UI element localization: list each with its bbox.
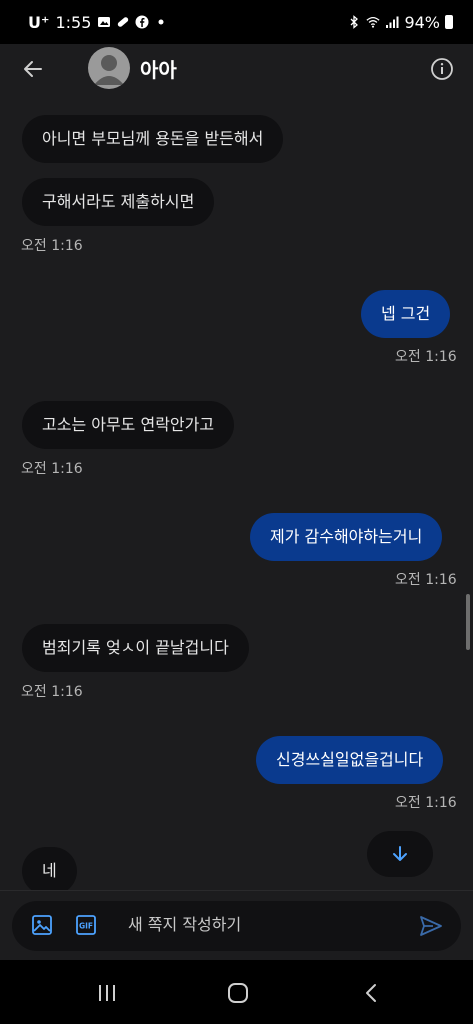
back-button[interactable] <box>16 52 50 86</box>
battery-percent: 94% <box>404 12 440 32</box>
message-bubble-outgoing[interactable]: 제가 감수해야하는거니 <box>250 513 443 561</box>
message-bubble-incoming[interactable]: 범죄기록 엊ㅅ이 끝날겁니다 <box>22 624 249 672</box>
pill-notification-icon <box>118 17 129 27</box>
message-timestamp: 오전 1:16 <box>395 795 457 811</box>
send-icon <box>420 916 442 936</box>
wifi-icon <box>366 16 380 28</box>
scrollbar-thumb[interactable] <box>466 594 470 650</box>
info-icon <box>431 58 453 80</box>
recent-apps-button[interactable] <box>90 976 124 1010</box>
dot-notification-icon <box>158 19 164 25</box>
message-timestamp: 오전 1:16 <box>21 684 83 700</box>
message-timestamp: 오전 1:16 <box>21 461 83 477</box>
chat-header: 아아 <box>0 44 473 94</box>
gif-icon: GIF <box>76 915 96 935</box>
status-right: 94% <box>347 13 453 32</box>
attach-gif-button[interactable]: GIF <box>74 913 98 937</box>
message-bubble-outgoing[interactable]: 신경쓰실일없을겁니다 <box>256 736 444 784</box>
status-time: 1:55 <box>55 12 92 32</box>
gif-label: GIF <box>79 922 93 931</box>
message-timestamp: 오전 1:16 <box>395 572 457 588</box>
info-button[interactable] <box>425 52 459 86</box>
battery-icon <box>445 15 453 29</box>
signal-icon <box>386 16 399 28</box>
send-button[interactable] <box>418 913 444 939</box>
carrier-label: U⁺ <box>28 12 50 32</box>
home-button[interactable] <box>221 976 255 1010</box>
message-composer: GIF <box>0 890 473 960</box>
gallery-notification-icon <box>98 17 111 27</box>
message-bubble-incoming[interactable]: 구해서라도 제출하시면 <box>22 178 215 226</box>
chevron-left-icon <box>366 984 376 1002</box>
recent-apps-icon <box>99 985 115 1001</box>
notification-icons <box>97 15 168 29</box>
attach-image-button[interactable] <box>30 913 54 937</box>
default-avatar-icon <box>94 55 124 85</box>
arrow-down-icon <box>393 846 407 861</box>
avatar[interactable] <box>88 47 130 89</box>
system-navigation-bar <box>0 960 473 1024</box>
message-bubble-incoming[interactable]: 고소는 아무도 연락안가고 <box>22 401 235 449</box>
status-bar: U⁺ 1:55 94% <box>0 0 473 44</box>
home-icon <box>228 983 248 1003</box>
message-timestamp: 오전 1:16 <box>21 238 83 254</box>
system-back-button[interactable] <box>355 976 389 1010</box>
scroll-to-bottom-button[interactable] <box>367 831 433 877</box>
message-bubble-incoming[interactable]: 아니면 부모님께 용돈을 받든해서 <box>22 115 284 163</box>
bluetooth-icon <box>350 15 359 29</box>
message-list[interactable]: 아니면 부모님께 용돈을 받든해서 구해서라도 제출하시면 오전 1:16 넵 … <box>0 94 473 890</box>
message-bubble-incoming[interactable]: 네 <box>22 847 77 890</box>
message-timestamp: 오전 1:16 <box>395 349 457 365</box>
status-left: U⁺ 1:55 <box>28 13 168 32</box>
message-input[interactable] <box>128 915 408 934</box>
arrow-left-icon <box>24 61 42 77</box>
chat-title[interactable]: 아아 <box>140 54 177 83</box>
composer-field: GIF <box>12 901 461 951</box>
facebook-notification-icon <box>135 15 149 29</box>
message-bubble-outgoing[interactable]: 넵 그건 <box>361 290 451 338</box>
image-icon <box>32 915 52 935</box>
